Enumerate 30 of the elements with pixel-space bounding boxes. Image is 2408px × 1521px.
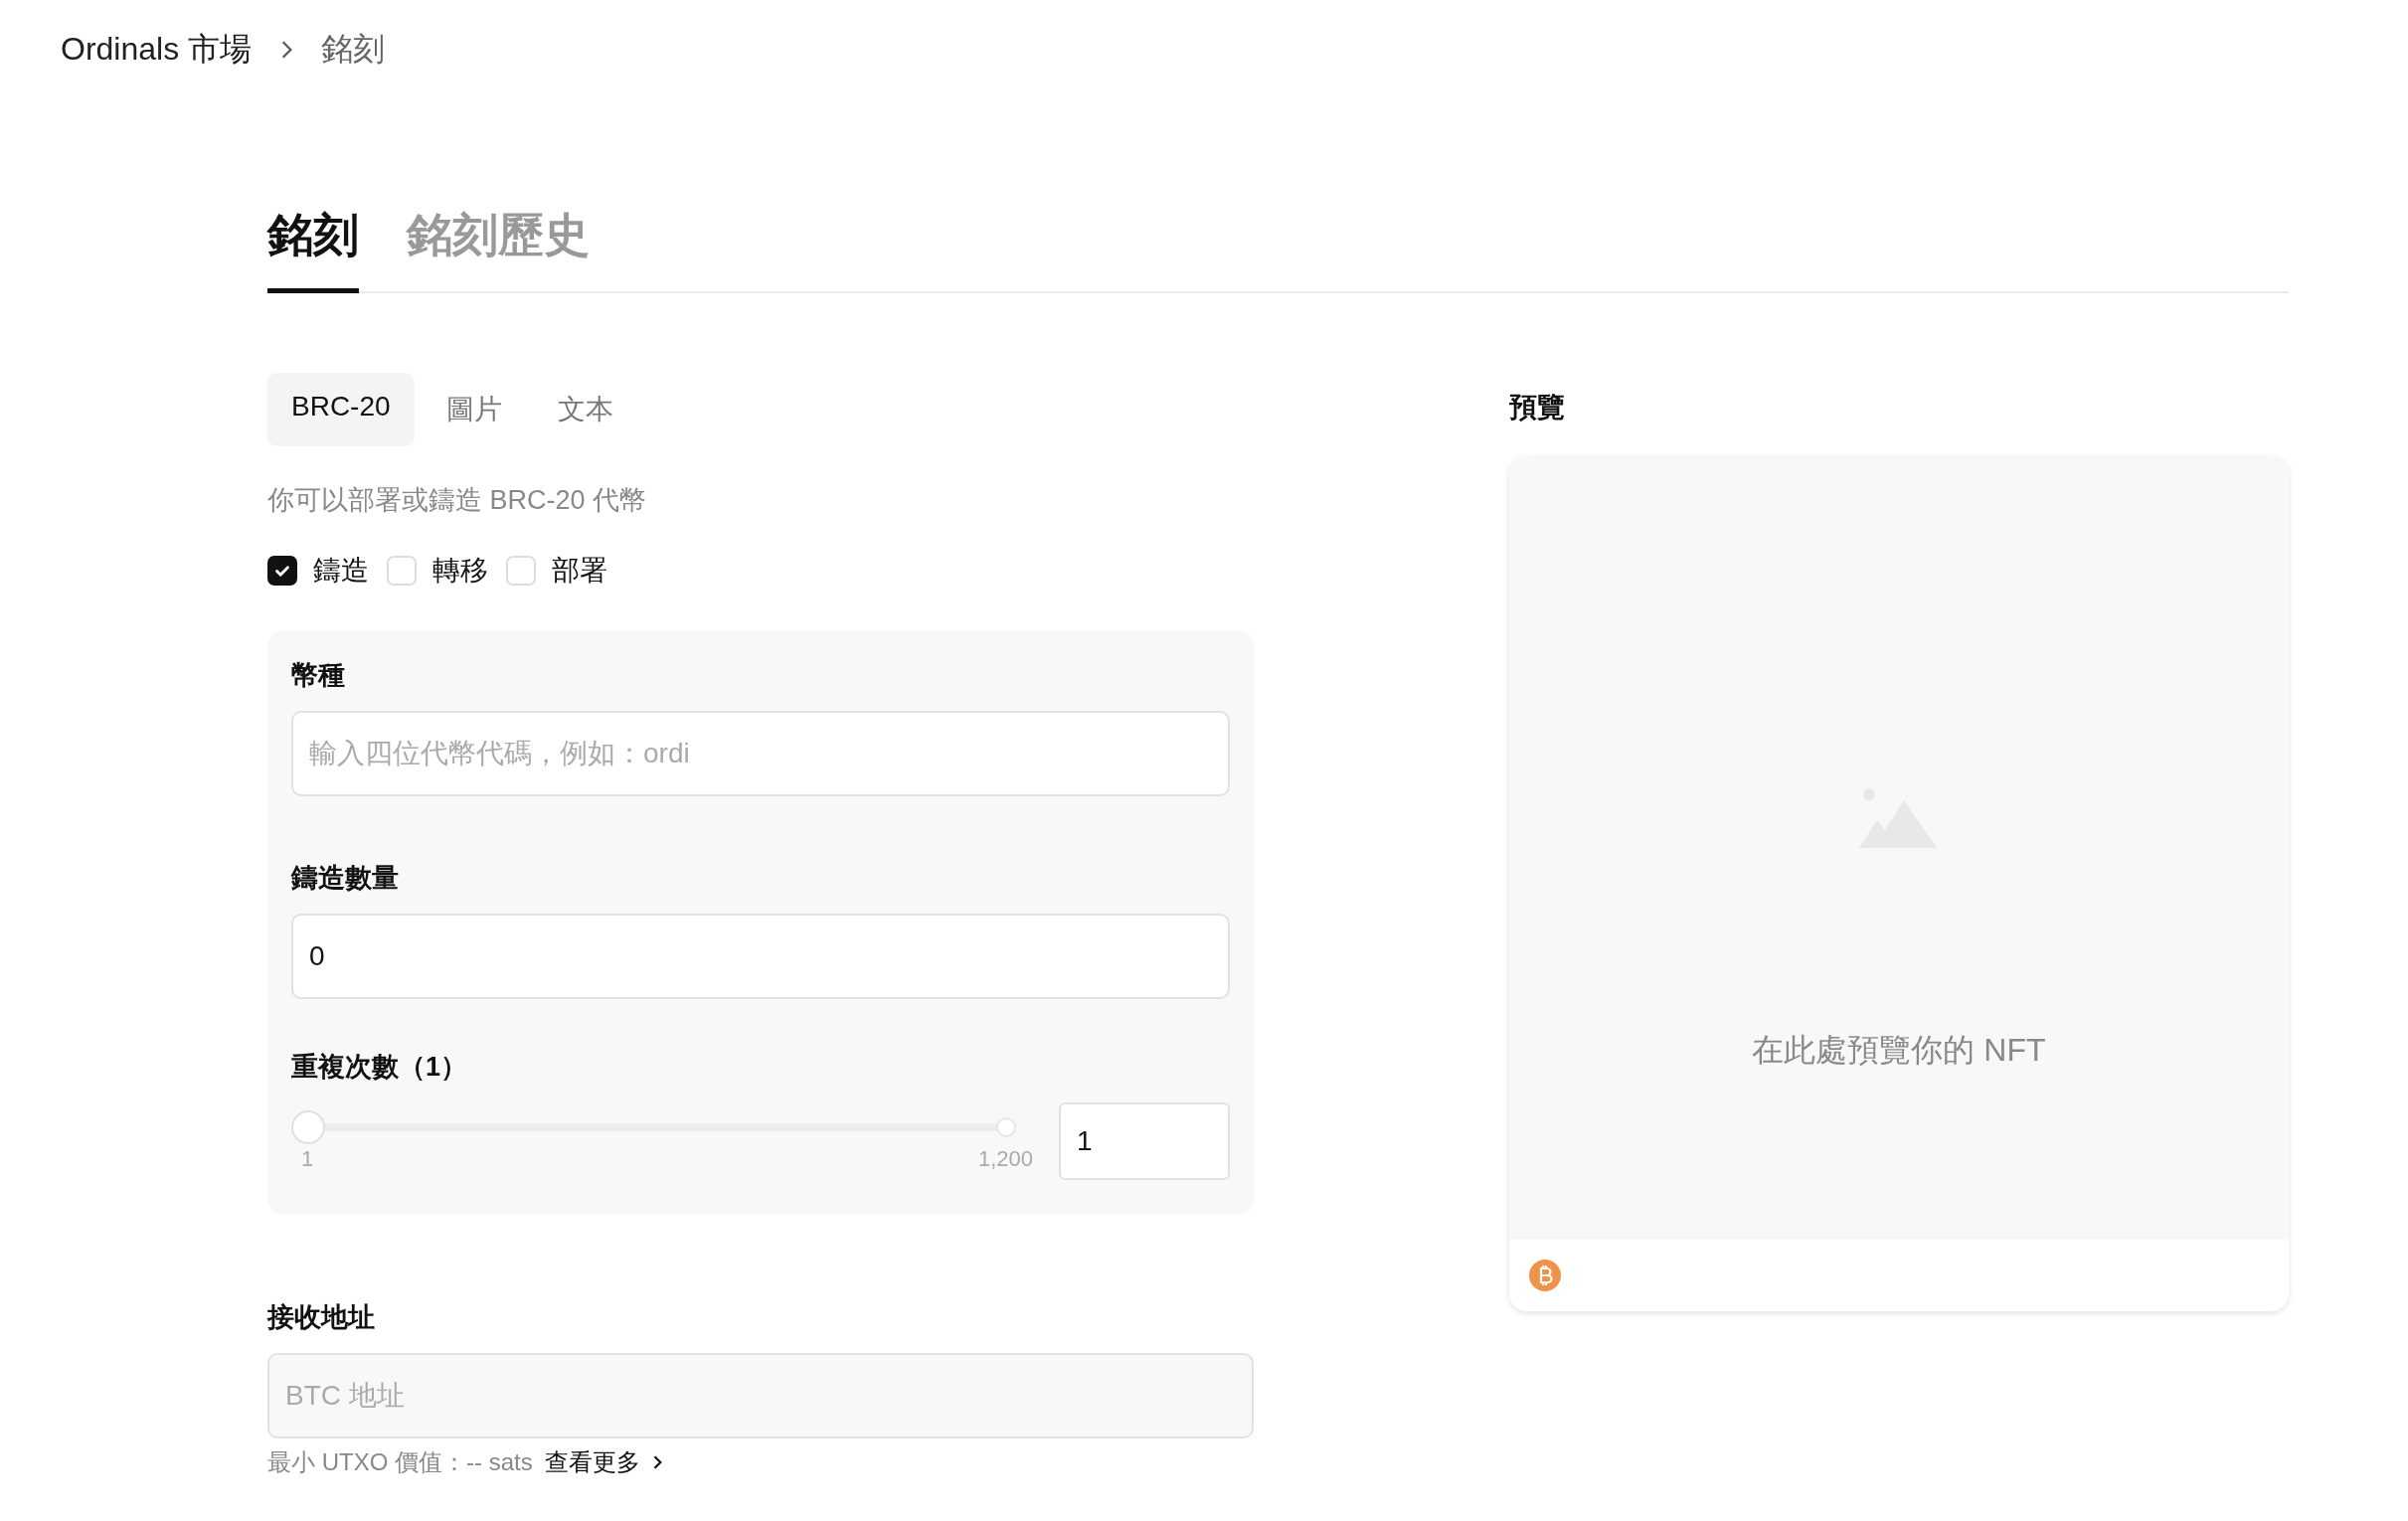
checkbox[interactable] [267,556,297,586]
breadcrumb-link[interactable]: 銘刻 [321,28,386,72]
breadcrumb-link[interactable]: Ordinals 市場 [61,28,253,72]
type-tab[interactable]: BRC-20 [267,373,415,446]
amount-input[interactable]: 0 [291,914,1230,999]
description-text: 你可以部署或鑄造 BRC-20 代幣 [267,484,648,517]
slider-end-dot [996,1117,1016,1137]
chevron-icon [651,1453,662,1471]
type-tab[interactable]: 文本 [533,373,637,446]
checkbox-label: 部署 [552,554,607,588]
field-label: 鑄造數量 [291,862,400,895]
ticker-input[interactable]: 輸入四位代幣代碼，例如：ordi [291,711,1230,796]
checkbox-label: 轉移 [432,554,488,588]
slider-thumb[interactable] [291,1110,325,1144]
type-tab[interactable]: 圖片 [422,373,526,446]
hint-text: 最小 UTXO 價值：-- sats [267,1447,533,1477]
preview-title: 預覽 [1509,391,1566,424]
bitcoin-icon [1529,1260,1561,1291]
preview-message: 在此處預覽你的 NFT [1752,1031,2046,1070]
tab[interactable]: 銘刻 [267,205,359,293]
slider-max-label: 1,200 [977,1146,1033,1172]
chevron-icon [279,39,294,61]
field-label: 接收地址 [267,1301,376,1334]
checkbox-label: 鑄造 [313,554,369,588]
field-label: 幣種 [291,659,346,692]
address-input[interactable]: BTC 地址 [267,1353,1254,1438]
repeat-input[interactable]: 1 [1059,1102,1230,1180]
slider-min-label: 1 [301,1146,314,1172]
field-label: 重複次數（1） [291,1051,469,1084]
see-more-link[interactable]: 查看更多 [544,1446,662,1478]
